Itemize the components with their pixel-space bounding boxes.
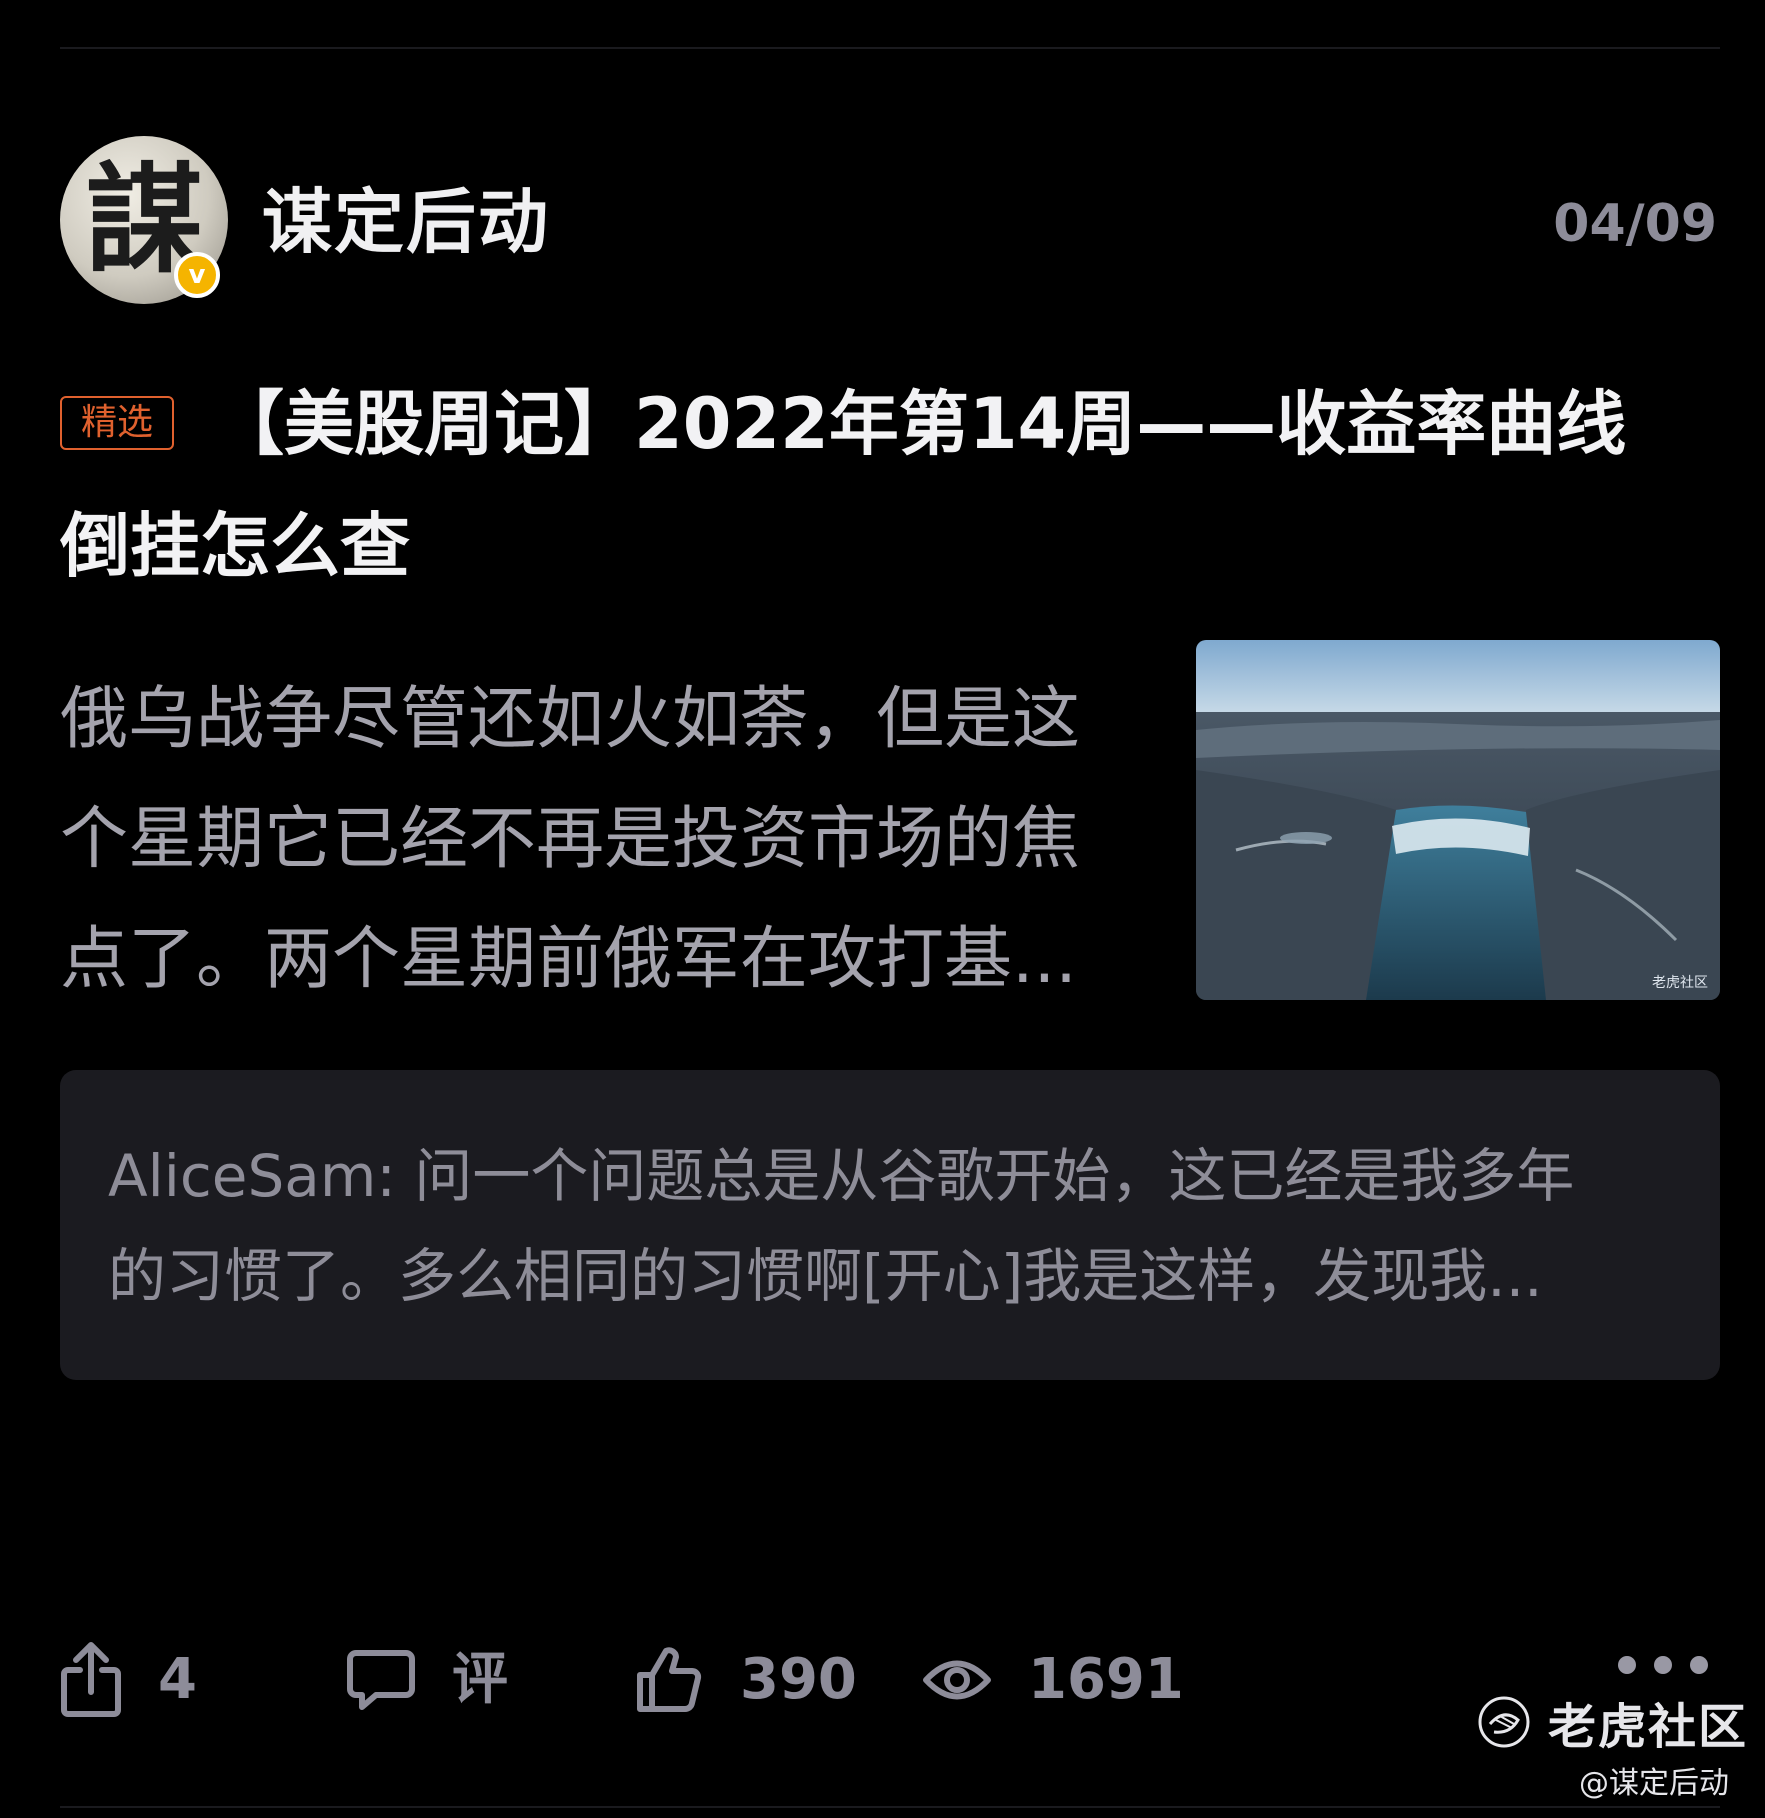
more-dot-icon xyxy=(1618,1656,1636,1674)
top-comment-card[interactable]: AliceSam: 问一个问题总是从谷歌开始，这已经是我多年 的习惯了。多么相同… xyxy=(60,1070,1720,1380)
excerpt-line: 个星期它已经不再是投资市场的焦 xyxy=(60,800,1081,879)
comment-line: AliceSam: 问一个问题总是从谷歌开始，这已经是我多年 xyxy=(108,1142,1575,1210)
thumbnail-watermark: 老虎社区 xyxy=(1652,975,1708,991)
tiger-logo-icon xyxy=(1478,1696,1530,1748)
author-name[interactable]: 谋定后动 xyxy=(262,186,550,258)
comment-label: 评 xyxy=(452,1647,508,1712)
more-dot-icon xyxy=(1690,1656,1708,1674)
featured-badge: 精选 xyxy=(60,396,174,450)
comment-line: 的习惯了。多么相同的习惯啊[开心]我是这样，发现我... xyxy=(108,1242,1543,1310)
excerpt-line: 点了。两个星期前俄军在攻打基... xyxy=(60,920,1077,999)
top-divider xyxy=(60,47,1720,49)
like-button[interactable]: 390 xyxy=(634,1640,857,1720)
more-options-button[interactable] xyxy=(1618,1656,1708,1680)
landscape-waterfall-photo-icon xyxy=(1196,640,1720,1000)
views-indicator: 1691 xyxy=(922,1640,1184,1720)
like-count: 390 xyxy=(740,1647,857,1712)
watermark-handle: @谋定后动 xyxy=(1579,1766,1729,1801)
share-icon xyxy=(61,1642,121,1717)
share-button[interactable]: 4 xyxy=(60,1640,197,1720)
comment-button[interactable]: 评 xyxy=(346,1640,508,1720)
post-thumbnail[interactable]: 老虎社区 xyxy=(1196,640,1720,1000)
excerpt-line: 俄乌战争尽管还如火如荼，但是这 xyxy=(60,680,1081,759)
avatar[interactable]: 謀 v xyxy=(60,136,228,304)
verified-badge-icon: v xyxy=(174,252,220,298)
more-dot-icon xyxy=(1654,1656,1672,1674)
top-comment-text: AliceSam: 问一个问题总是从谷歌开始，这已经是我多年 的习惯了。多么相同… xyxy=(108,1126,1668,1326)
thumbs-up-icon xyxy=(637,1647,702,1712)
bottom-divider xyxy=(60,1806,1720,1808)
share-count: 4 xyxy=(158,1647,197,1712)
community-name: 老虎社区 xyxy=(1548,1699,1749,1755)
post-date: 04/09 xyxy=(1553,194,1717,254)
post-title-line-2[interactable]: 倒挂怎么查 xyxy=(60,508,410,584)
eye-icon xyxy=(923,1660,991,1700)
post-excerpt[interactable]: 俄乌战争尽管还如火如荼，但是这 个星期它已经不再是投资市场的焦 点了。两个星期前… xyxy=(60,660,1150,1020)
community-watermark: 老虎社区 xyxy=(1476,1686,1748,1758)
comment-icon xyxy=(347,1650,415,1710)
view-count: 1691 xyxy=(1028,1647,1184,1712)
post-title-line-1[interactable]: 【美股周记】2022年第14周——收益率曲线 xyxy=(214,386,1626,462)
